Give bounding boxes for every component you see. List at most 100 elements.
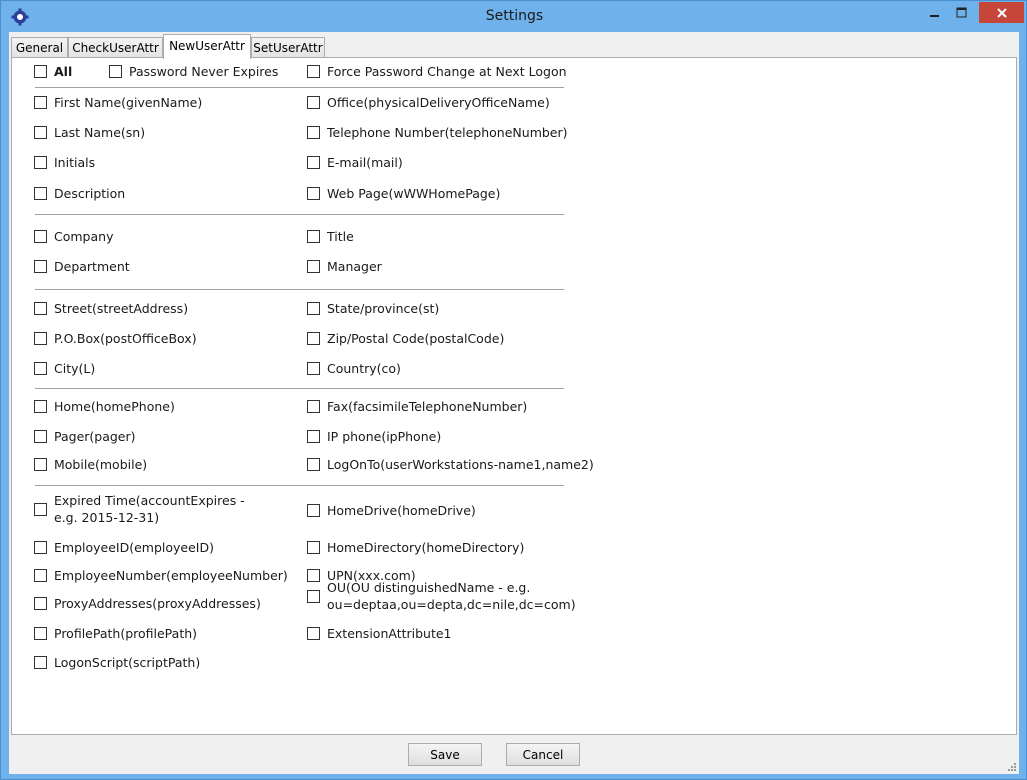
checkbox-office[interactable]: Office(physicalDeliveryOfficeName) xyxy=(307,95,550,110)
checkbox-state[interactable]: State/province(st) xyxy=(307,301,439,316)
checkbox-box[interactable] xyxy=(34,569,47,582)
checkbox-box[interactable] xyxy=(34,362,47,375)
checkbox-box[interactable] xyxy=(34,627,47,640)
checkbox-city[interactable]: City(L) xyxy=(34,361,95,376)
checkbox-title[interactable]: Title xyxy=(307,229,354,244)
checkbox-box[interactable] xyxy=(307,302,320,315)
checkbox-company[interactable]: Company xyxy=(34,229,113,244)
checkbox-box[interactable] xyxy=(307,332,320,345)
checkbox-box[interactable] xyxy=(34,458,47,471)
checkbox-label: Force Password Change at Next Logon xyxy=(327,64,567,79)
tab-checkuserattr[interactable]: CheckUserAttr xyxy=(68,37,163,58)
checkbox-description[interactable]: Description xyxy=(34,186,125,201)
checkbox-zip[interactable]: Zip/Postal Code(postalCode) xyxy=(307,331,504,346)
checkbox-box[interactable] xyxy=(34,65,47,78)
checkbox-expired-time[interactable]: Expired Time(accountExpires - e.g. 2015-… xyxy=(34,492,249,526)
checkbox-box[interactable] xyxy=(307,589,320,603)
checkbox-label: Last Name(sn) xyxy=(54,125,146,140)
checkbox-box[interactable] xyxy=(307,126,320,139)
resize-grip-icon[interactable] xyxy=(1007,762,1017,772)
checkbox-label: E-mail(mail) xyxy=(327,155,403,170)
checkbox-initials[interactable]: Initials xyxy=(34,155,95,170)
checkbox-label: HomeDirectory(homeDirectory) xyxy=(327,540,525,555)
checkbox-extension-attribute1[interactable]: ExtensionAttribute1 xyxy=(307,626,452,641)
checkbox-employee-id[interactable]: EmployeeID(employeeID) xyxy=(34,540,214,555)
checkbox-box[interactable] xyxy=(34,656,47,669)
checkbox-pager[interactable]: Pager(pager) xyxy=(34,429,136,444)
checkbox-ip-phone[interactable]: IP phone(ipPhone) xyxy=(307,429,441,444)
checkbox-mobile[interactable]: Mobile(mobile) xyxy=(34,457,147,472)
checkbox-home-phone[interactable]: Home(homePhone) xyxy=(34,399,175,414)
checkbox-box[interactable] xyxy=(307,541,320,554)
checkbox-last-name[interactable]: Last Name(sn) xyxy=(34,125,145,140)
checkbox-box[interactable] xyxy=(34,502,47,516)
tab-general[interactable]: General xyxy=(11,37,68,58)
checkbox-box[interactable] xyxy=(34,96,47,109)
checkbox-box[interactable] xyxy=(34,156,47,169)
checkbox-label: ProfilePath(profilePath) xyxy=(54,626,198,641)
checkbox-label: Initials xyxy=(54,155,96,170)
checkbox-label: Zip/Postal Code(postalCode) xyxy=(327,331,505,346)
checkbox-box[interactable] xyxy=(307,430,320,443)
close-button[interactable] xyxy=(979,2,1024,23)
save-button[interactable]: Save xyxy=(408,743,482,766)
checkbox-box[interactable] xyxy=(34,230,47,243)
checkbox-box[interactable] xyxy=(307,65,320,78)
separator xyxy=(35,214,564,215)
checkbox-box[interactable] xyxy=(307,627,320,640)
checkbox-box[interactable] xyxy=(307,156,320,169)
checkbox-label: Office(physicalDeliveryOfficeName) xyxy=(327,95,550,110)
checkbox-logon-to[interactable]: LogOnTo(userWorkstations-name1,name2) xyxy=(307,457,594,472)
checkbox-country[interactable]: Country(co) xyxy=(307,361,401,376)
checkbox-label: Telephone Number(telephoneNumber) xyxy=(327,125,568,140)
checkbox-proxy-addresses[interactable]: ProxyAddresses(proxyAddresses) xyxy=(34,596,261,611)
checkbox-box[interactable] xyxy=(307,458,320,471)
maximize-icon xyxy=(956,7,967,17)
checkbox-box[interactable] xyxy=(307,400,320,413)
checkbox-box[interactable] xyxy=(307,260,320,273)
checkbox-box[interactable] xyxy=(34,302,47,315)
checkbox-box[interactable] xyxy=(34,126,47,139)
checkbox-force-password-change[interactable]: Force Password Change at Next Logon xyxy=(307,64,567,79)
checkbox-box[interactable] xyxy=(34,187,47,200)
checkbox-ou[interactable]: OU(OU distinguishedName - e.g. ou=deptaa… xyxy=(307,579,577,613)
checkbox-box[interactable] xyxy=(34,332,47,345)
checkbox-box[interactable] xyxy=(34,541,47,554)
checkbox-po-box[interactable]: P.O.Box(postOfficeBox) xyxy=(34,331,197,346)
checkbox-home-drive[interactable]: HomeDrive(homeDrive) xyxy=(307,503,476,518)
checkbox-box[interactable] xyxy=(307,187,320,200)
checkbox-label: EmployeeNumber(employeeNumber) xyxy=(54,568,288,583)
checkbox-box[interactable] xyxy=(34,597,47,610)
checkbox-logon-script[interactable]: LogonScript(scriptPath) xyxy=(34,655,200,670)
maximize-button[interactable] xyxy=(945,2,979,23)
checkbox-profile-path[interactable]: ProfilePath(profilePath) xyxy=(34,626,197,641)
checkbox-label: Pager(pager) xyxy=(54,429,136,444)
checkbox-box[interactable] xyxy=(307,504,320,517)
checkbox-box[interactable] xyxy=(34,430,47,443)
checkbox-label: ExtensionAttribute1 xyxy=(327,626,452,641)
tab-setuserattr[interactable]: SetUserAttr xyxy=(251,37,325,58)
checkbox-fax[interactable]: Fax(facsimileTelephoneNumber) xyxy=(307,399,527,414)
checkbox-box[interactable] xyxy=(307,96,320,109)
checkbox-web-page[interactable]: Web Page(wWWHomePage) xyxy=(307,186,500,201)
checkbox-home-directory[interactable]: HomeDirectory(homeDirectory) xyxy=(307,540,524,555)
checkbox-street[interactable]: Street(streetAddress) xyxy=(34,301,188,316)
checkbox-first-name[interactable]: First Name(givenName) xyxy=(34,95,202,110)
checkbox-email[interactable]: E-mail(mail) xyxy=(307,155,403,170)
checkbox-box[interactable] xyxy=(307,230,320,243)
checkbox-manager[interactable]: Manager xyxy=(307,259,382,274)
cancel-button[interactable]: Cancel xyxy=(506,743,580,766)
tab-newuserattr[interactable]: NewUserAttr xyxy=(163,34,251,59)
checkbox-telephone[interactable]: Telephone Number(telephoneNumber) xyxy=(307,125,568,140)
title-bar[interactable]: Settings xyxy=(1,1,1027,32)
checkbox-all[interactable]: All xyxy=(34,64,72,79)
checkbox-box[interactable] xyxy=(109,65,122,78)
close-icon xyxy=(996,7,1007,18)
checkbox-employee-number[interactable]: EmployeeNumber(employeeNumber) xyxy=(34,568,288,583)
checkbox-box[interactable] xyxy=(34,260,47,273)
checkbox-box[interactable] xyxy=(34,400,47,413)
checkbox-box[interactable] xyxy=(307,362,320,375)
dialog-client-area: General CheckUserAttr NewUserAttr SetUse… xyxy=(9,32,1019,774)
checkbox-password-never-expires[interactable]: Password Never Expires xyxy=(109,64,278,79)
checkbox-department[interactable]: Department xyxy=(34,259,130,274)
